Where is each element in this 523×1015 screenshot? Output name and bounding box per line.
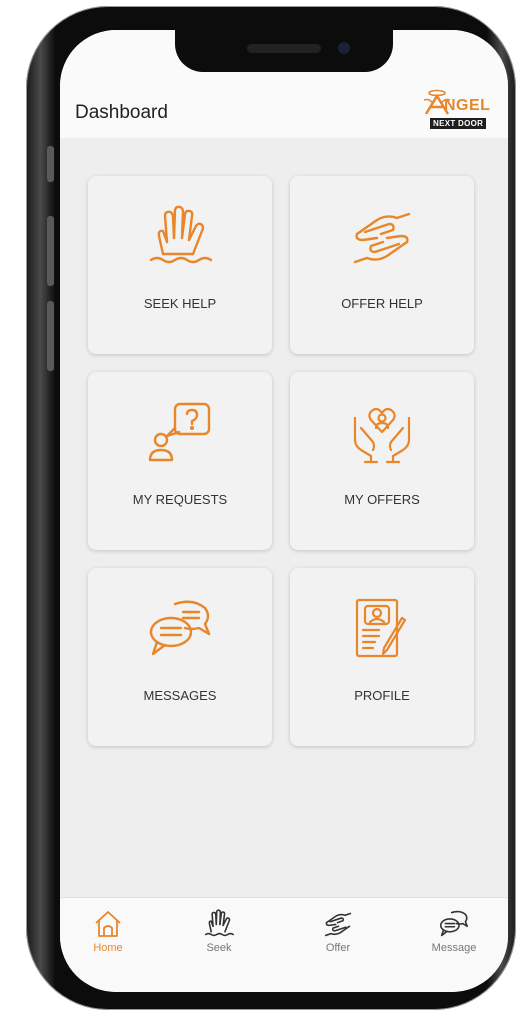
tile-label: SEEK HELP <box>143 296 217 311</box>
mute-switch <box>47 146 54 182</box>
notch <box>175 30 393 72</box>
giving-hands-icon <box>324 912 352 937</box>
profile-tile[interactable]: PROFILE <box>290 568 474 746</box>
nav-label-home: Home <box>93 942 123 954</box>
nav-label-message: Message <box>431 942 477 954</box>
app-screen: Dashboard NGEL NEXT DOOR SEEK HELP OFFER… <box>60 30 508 992</box>
messages-tile[interactable]: MESSAGES <box>88 568 272 746</box>
profile-document-icon <box>355 598 407 658</box>
tile-label: OFFER HELP <box>341 296 423 311</box>
nav-label-seek: Seek <box>206 942 232 954</box>
page-title: Dashboard <box>75 102 168 123</box>
offer-help-tile[interactable]: OFFER HELP <box>290 176 474 354</box>
tile-label: MESSAGES <box>143 688 217 703</box>
nav-home[interactable]: Home <box>68 908 148 954</box>
heart-hands-icon <box>353 407 411 464</box>
logo-wordmark: NGEL <box>444 97 491 114</box>
chat-bubbles-icon <box>439 910 469 937</box>
tile-label: MY OFFERS <box>344 492 420 507</box>
front-camera <box>338 42 350 54</box>
giving-hands-icon <box>353 212 411 264</box>
my-requests-tile[interactable]: MY REQUESTS <box>88 372 272 550</box>
bottom-nav: Home Seek Offer Message <box>60 897 508 992</box>
tile-label: PROFILE <box>354 688 410 703</box>
my-offers-tile[interactable]: MY OFFERS <box>290 372 474 550</box>
app-logo: NGEL NEXT DOOR <box>422 88 504 138</box>
chat-bubbles-icon <box>149 600 211 656</box>
nav-label-offer: Offer <box>325 942 351 954</box>
logo-subtitle: NEXT DOOR <box>430 118 487 129</box>
home-icon <box>95 911 121 937</box>
tile-label: MY REQUESTS <box>132 492 228 507</box>
raised-hand-icon <box>149 205 213 264</box>
nav-seek[interactable]: Seek <box>179 908 259 954</box>
raised-hand-icon <box>204 909 234 937</box>
nav-offer[interactable]: Offer <box>298 908 378 954</box>
volume-down-button <box>47 301 54 371</box>
volume-up-button <box>47 216 54 286</box>
nav-message[interactable]: Message <box>414 908 494 954</box>
speaker <box>247 44 321 53</box>
seek-help-tile[interactable]: SEEK HELP <box>88 176 272 354</box>
person-question-icon <box>148 402 211 462</box>
